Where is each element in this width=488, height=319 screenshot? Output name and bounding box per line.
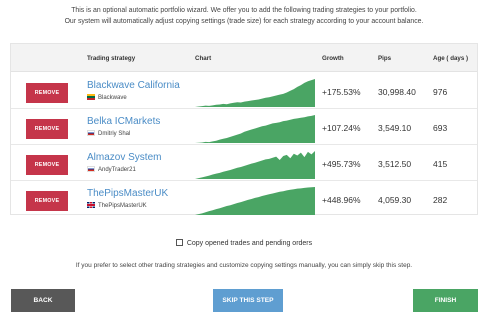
russia-flag-icon [87, 166, 95, 172]
owner-name: Blackwave [98, 95, 127, 101]
header-age: Age ( days ) [433, 55, 469, 62]
header-chart: Chart [195, 55, 212, 62]
strategy-owner: Dmitriy Shal [87, 130, 130, 137]
pips-value: 3,512.50 [378, 159, 412, 169]
back-button[interactable]: BACK [11, 289, 75, 312]
age-value: 415 [433, 159, 448, 169]
wizard-intro: This is an optional automatic portfolio … [0, 6, 488, 27]
remove-button[interactable]: REMOVE [26, 191, 68, 211]
strategy-owner: AndyTrader21 [87, 166, 136, 173]
growth-chart [195, 151, 315, 179]
strategy-name-link[interactable]: Almazov System [87, 152, 161, 163]
table-row: REMOVE Belka ICMarkets Dmitriy Shal +107… [11, 109, 477, 145]
chart-area [195, 187, 315, 215]
remove-button[interactable]: REMOVE [26, 119, 68, 139]
intro-line-2: Our system will automatically adjust cop… [64, 17, 424, 25]
strategy-name-link[interactable]: Belka ICMarkets [87, 116, 160, 127]
age-value: 976 [433, 87, 448, 97]
skip-step-button[interactable]: SKIP THIS STEP [213, 289, 283, 312]
chart-area [195, 115, 315, 143]
copy-trades-checkbox[interactable] [175, 239, 183, 246]
remove-button[interactable]: REMOVE [26, 83, 68, 103]
growth-value: +448.96% [322, 195, 361, 205]
growth-chart [195, 79, 315, 107]
strategy-name-link[interactable]: ThePipsMasterUK [87, 188, 168, 199]
age-value: 693 [433, 123, 448, 133]
table-row: REMOVE Almazov System AndyTrader21 +495.… [11, 145, 477, 181]
table-header: Trading strategy Chart Growth Pips Age (… [11, 44, 477, 72]
strategy-name-link[interactable]: Blackwave California [87, 80, 180, 91]
copy-option[interactable]: Copy opened trades and pending orders [0, 239, 488, 247]
owner-name: Dmitriy Shal [98, 131, 131, 137]
pips-value: 3,549.10 [378, 123, 412, 133]
lithuania-flag-icon [87, 94, 95, 100]
skip-note: If you prefer to select other trading st… [75, 262, 413, 269]
owner-name: AndyTrader21 [98, 167, 136, 173]
table-row: REMOVE Blackwave California Blackwave +1… [11, 73, 477, 109]
age-value: 282 [433, 195, 448, 205]
growth-value: +107.24% [322, 123, 361, 133]
growth-chart [195, 115, 315, 143]
russia-flag-icon [87, 130, 95, 136]
finish-button[interactable]: FINISH [413, 289, 478, 312]
strategy-owner: Blackwave [87, 94, 127, 101]
growth-value: +175.53% [322, 87, 361, 97]
pips-value: 4,059.30 [378, 195, 412, 205]
growth-value: +495.73% [322, 159, 361, 169]
strategy-owner: ThePipsMasterUK [87, 202, 147, 209]
owner-name: ThePipsMasterUK [98, 203, 147, 209]
header-growth: Growth [322, 55, 344, 62]
uk-flag-icon [87, 202, 95, 208]
header-pips: Pips [378, 55, 392, 62]
pips-value: 30,998.40 [378, 87, 416, 97]
header-strategy: Trading strategy [87, 55, 136, 62]
growth-chart [195, 187, 315, 215]
table-row: REMOVE ThePipsMasterUK ThePipsMasterUK +… [11, 181, 477, 217]
chart-area [195, 151, 315, 179]
chart-area [195, 79, 315, 107]
remove-button[interactable]: REMOVE [26, 155, 68, 175]
intro-line-1: This is an optional automatic portfolio … [71, 7, 417, 14]
strategies-table: Trading strategy Chart Growth Pips Age (… [10, 43, 478, 215]
copy-trades-label[interactable]: Copy opened trades and pending orders [187, 240, 312, 247]
